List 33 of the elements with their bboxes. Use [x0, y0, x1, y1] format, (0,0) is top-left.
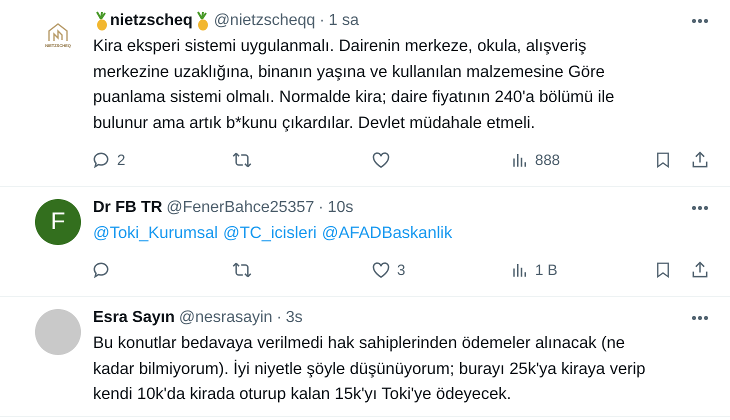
more-icon[interactable]: [690, 205, 710, 211]
separator-dot: ·: [276, 309, 282, 327]
user-handle[interactable]: @FenerBahce25357: [166, 199, 314, 217]
repost-icon[interactable]: [231, 150, 253, 170]
views-count: 888: [535, 152, 560, 168]
separator-dot: ·: [319, 12, 325, 30]
share-icon[interactable]: [690, 260, 710, 280]
separator-dot: ·: [318, 199, 324, 217]
display-name[interactable]: Dr FB TR: [93, 199, 162, 217]
reply-icon[interactable]: [91, 150, 111, 170]
tweet-text: Bu konutlar bedavaya verilmedi hak sahiplerinden ödemeler alınacak (ne kadar bilmiyorum). İyi niyetle şöyle düşünüyorum; burayı 25k'ya kiraya verip kendi 10k'da kirada oturup kalan 15k'yı Toki'ye ödeyecek.: [93, 333, 646, 405]
tweet-text: Kira eksperi sistemi uygulanmalı. Dairenin merkeze, okula, alışveriş merkezine uzaklığına, binanın yaşına ve kullanılan malzemesine Göre puanlama sistemi olmalı. Normalde kira; daire fiyatının 240'a bölümü ile bulunur ama artık b*kunu çıkardılar. Devlet müdahale etmeli.: [93, 36, 616, 134]
more-icon[interactable]: [690, 18, 710, 24]
reply-icon[interactable]: [91, 260, 111, 280]
bookmark-icon[interactable]: [654, 260, 672, 280]
user-handle[interactable]: @nesrasayin: [178, 309, 272, 327]
views-count: 1 B: [535, 262, 558, 278]
post-time[interactable]: 3s: [286, 309, 303, 327]
display-name[interactable]: nietzscheq: [110, 12, 193, 30]
heart-icon[interactable]: [371, 150, 391, 170]
like-count: 3: [397, 262, 406, 278]
bookmark-icon[interactable]: [654, 150, 672, 170]
user-handle[interactable]: @nietzscheqq: [214, 12, 316, 30]
repost-icon[interactable]: [231, 260, 253, 280]
heart-icon[interactable]: [371, 260, 391, 280]
display-name[interactable]: Esra Sayın: [93, 309, 175, 327]
house-logo-icon[interactable]: [47, 22, 69, 42]
share-icon[interactable]: [690, 150, 710, 170]
avatar[interactable]: F: [35, 199, 81, 245]
post-time[interactable]: 1 sa: [328, 12, 359, 30]
more-icon[interactable]: [690, 315, 710, 321]
reply-count: 2: [117, 152, 126, 168]
post-time[interactable]: 10s: [328, 199, 354, 217]
